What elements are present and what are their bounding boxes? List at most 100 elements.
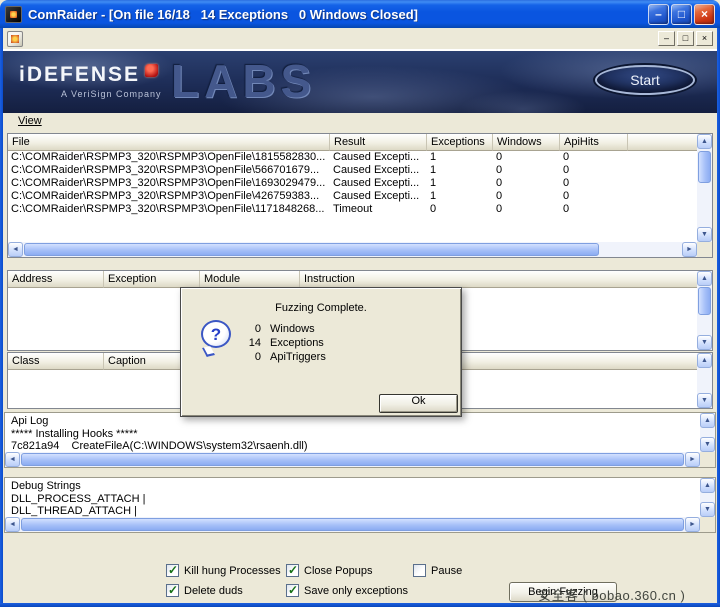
column-header-instruction[interactable]: Instruction — [300, 271, 712, 288]
mdi-restore-icon: □ — [683, 33, 688, 43]
file-results-table: File Result Exceptions Windows ApiHits C… — [7, 133, 713, 258]
file-row-3[interactable]: C:\COMRaider\RSPMP3_320\RSPMP3\OpenFile\… — [8, 190, 697, 203]
mdi-close-button[interactable]: × — [696, 31, 713, 46]
close-popups-label: Close Popups — [304, 565, 373, 577]
cell-windows: 0 — [493, 151, 560, 164]
idefense-labs-banner: iDEFENSE A VeriSign Company LABS Start — [3, 50, 717, 113]
stat-windows: 0Windows — [245, 322, 326, 336]
exception-table-vscrollbar[interactable]: ▲ ▼ — [697, 271, 712, 350]
scrollbar-thumb[interactable] — [21, 518, 684, 531]
arrow-down-icon: ▼ — [704, 441, 711, 448]
fuzzing-complete-dialog: Fuzzing Complete. ? 0Windows 14Exception… — [180, 287, 462, 417]
scrollbar-corner — [700, 452, 715, 467]
scroll-down-button[interactable]: ▼ — [697, 227, 712, 242]
scroll-left-button[interactable]: ◄ — [8, 242, 23, 257]
scrollbar-thumb[interactable] — [698, 151, 711, 183]
idefense-brand: iDEFENSE — [19, 63, 158, 87]
debug-strings-vscrollbar[interactable]: ▲ ▼ — [700, 478, 715, 517]
column-header-address[interactable]: Address — [8, 271, 104, 288]
class-table-vscrollbar[interactable]: ▲ ▼ — [697, 353, 712, 408]
arrow-down-icon: ▼ — [701, 397, 708, 404]
arrow-up-icon: ▲ — [701, 138, 708, 145]
arrow-left-icon: ◄ — [12, 246, 19, 253]
file-row-0[interactable]: C:\COMRaider\RSPMP3_320\RSPMP3\OpenFile\… — [8, 151, 697, 164]
scroll-down-button[interactable]: ▼ — [700, 502, 715, 517]
close-icon: × — [701, 7, 708, 21]
api-log-vscrollbar[interactable]: ▲ ▼ — [700, 413, 715, 452]
ok-button[interactable]: Ok — [379, 394, 458, 413]
minimize-button[interactable]: – — [648, 4, 669, 25]
scroll-left-button[interactable]: ◄ — [5, 452, 20, 467]
scroll-up-button[interactable]: ▲ — [697, 271, 712, 286]
mdi-restore-button[interactable]: □ — [677, 31, 694, 46]
minimize-icon: – — [655, 7, 662, 21]
save-only-exceptions-checkbox[interactable]: ✓ — [286, 584, 299, 597]
cell-exceptions: 0 — [427, 203, 493, 216]
column-header-result[interactable]: Result — [330, 134, 427, 151]
scroll-left-button[interactable]: ◄ — [5, 517, 20, 532]
scrollbar-thumb[interactable] — [21, 453, 684, 466]
scrollbar-thumb[interactable] — [698, 287, 711, 315]
check-icon: ✓ — [168, 563, 178, 577]
api-log-hscrollbar[interactable]: ◄ ► — [5, 452, 700, 467]
scroll-down-button[interactable]: ▼ — [697, 335, 712, 350]
exception-table-header: Address Exception Module Instruction — [8, 271, 712, 288]
close-button[interactable]: × — [694, 4, 715, 25]
debug-strings-panel: Debug Strings DLL_PROCESS_ATTACH | DLL_T… — [4, 477, 716, 533]
start-button[interactable]: Start — [595, 65, 695, 95]
scroll-up-button[interactable]: ▲ — [697, 134, 712, 149]
api-log-panel: Api Log ***** Installing Hooks ***** 7c8… — [4, 412, 716, 468]
file-row-2[interactable]: C:\COMRaider\RSPMP3_320\RSPMP3\OpenFile\… — [8, 177, 697, 190]
cell-windows: 0 — [493, 190, 560, 203]
scroll-up-button[interactable]: ▲ — [700, 413, 715, 428]
mdi-minimize-button[interactable]: – — [658, 31, 675, 46]
column-header-apihits[interactable]: ApiHits — [560, 134, 628, 151]
cell-apihits: 0 — [560, 177, 628, 190]
kill-hung-processes-label: Kill hung Processes — [184, 565, 281, 577]
cell-file: C:\COMRaider\RSPMP3_320\RSPMP3\OpenFile\… — [8, 164, 330, 177]
close-popups-checkbox[interactable]: ✓ — [286, 564, 299, 577]
labs-wordmark: LABS — [171, 51, 316, 111]
scroll-right-button[interactable]: ► — [685, 517, 700, 532]
mdi-close-icon: × — [702, 33, 707, 43]
scroll-down-button[interactable]: ▼ — [697, 393, 712, 408]
stat-value: 0 — [245, 350, 261, 364]
scroll-up-button[interactable]: ▲ — [700, 478, 715, 493]
cell-windows: 0 — [493, 164, 560, 177]
scrollbar-corner — [700, 517, 715, 532]
delete-duds-checkbox[interactable]: ✓ — [166, 584, 179, 597]
column-header-windows[interactable]: Windows — [493, 134, 560, 151]
arrow-right-icon: ► — [689, 521, 696, 528]
arrow-down-icon: ▼ — [701, 231, 708, 238]
comraider-window: ComRaider - [On file 16/18 14 Exceptions… — [0, 0, 720, 607]
scroll-down-button[interactable]: ▼ — [700, 437, 715, 452]
file-row-1[interactable]: C:\COMRaider\RSPMP3_320\RSPMP3\OpenFile\… — [8, 164, 697, 177]
cell-apihits: 0 — [560, 203, 628, 216]
column-header-file[interactable]: File — [8, 134, 330, 151]
kill-hung-processes-checkbox[interactable]: ✓ — [166, 564, 179, 577]
scrollbar-thumb[interactable] — [24, 243, 599, 256]
verisign-tagline: A VeriSign Company — [61, 89, 162, 99]
check-icon: ✓ — [288, 583, 298, 597]
scroll-right-button[interactable]: ► — [682, 242, 697, 257]
scroll-right-button[interactable]: ► — [685, 452, 700, 467]
cell-apihits: 0 — [560, 164, 628, 177]
column-header-class[interactable]: Class — [8, 353, 104, 370]
window-border-left — [0, 28, 3, 607]
column-header-module[interactable]: Module — [200, 271, 300, 288]
debug-strings-hscrollbar[interactable]: ◄ ► — [5, 517, 700, 532]
pause-checkbox[interactable] — [413, 564, 426, 577]
maximize-button[interactable]: □ — [671, 4, 692, 25]
file-row-4[interactable]: C:\COMRaider\RSPMP3_320\RSPMP3\OpenFile\… — [8, 203, 697, 216]
mdi-caption-buttons: – □ × — [658, 31, 713, 46]
cell-result: Caused Excepti... — [330, 190, 427, 203]
file-table-vscrollbar[interactable]: ▲ ▼ — [697, 134, 712, 242]
column-header-exception[interactable]: Exception — [104, 271, 200, 288]
menu-view[interactable]: View — [18, 115, 42, 127]
caption-buttons: – □ × — [648, 4, 715, 25]
arrow-left-icon: ◄ — [9, 456, 16, 463]
window-title: ComRaider - [On file 16/18 14 Exceptions… — [28, 7, 418, 22]
column-header-exceptions[interactable]: Exceptions — [427, 134, 493, 151]
scroll-up-button[interactable]: ▲ — [697, 353, 712, 368]
file-table-hscrollbar[interactable]: ◄ ► — [8, 242, 697, 257]
